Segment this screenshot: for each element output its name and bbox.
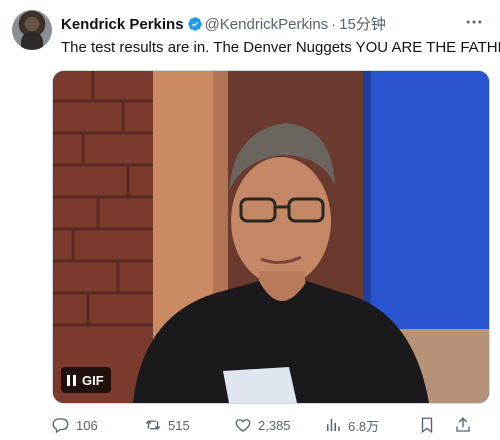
reply-icon bbox=[52, 418, 69, 434]
gif-badge[interactable]: GIF bbox=[61, 367, 111, 393]
repost-count: 515 bbox=[168, 417, 190, 433]
avatar-figure bbox=[21, 32, 43, 50]
tweet-header: Kendrick Perkins @KendrickPerkins · 15分钟 bbox=[61, 13, 386, 33]
like-count: 2,385 bbox=[258, 417, 291, 433]
heart-icon bbox=[235, 419, 251, 432]
more-options-icon[interactable] bbox=[464, 12, 484, 32]
share-icon bbox=[456, 417, 470, 432]
bookmark-button[interactable] bbox=[418, 414, 436, 436]
share-button[interactable] bbox=[454, 414, 472, 436]
avatar[interactable] bbox=[12, 10, 52, 50]
separator-dot: · bbox=[331, 16, 337, 33]
views-button[interactable]: 6.8万 bbox=[324, 414, 379, 436]
gif-label: GIF bbox=[82, 372, 104, 388]
author-name[interactable]: Kendrick Perkins bbox=[61, 16, 184, 33]
bookmark-icon bbox=[421, 417, 433, 434]
reply-count: 106 bbox=[76, 417, 98, 433]
analytics-icon bbox=[327, 419, 340, 431]
verified-badge-icon bbox=[187, 17, 202, 31]
repost-button[interactable]: 515 bbox=[144, 414, 190, 436]
repost-icon bbox=[145, 420, 161, 430]
like-button[interactable]: 2,385 bbox=[234, 414, 291, 436]
reply-button[interactable]: 106 bbox=[52, 414, 98, 436]
author-handle[interactable]: @KendrickPerkins bbox=[205, 16, 329, 33]
tweet-media-gif[interactable]: GIF bbox=[52, 70, 490, 404]
timestamp[interactable]: 15分钟 bbox=[339, 16, 386, 33]
view-count: 6.8万 bbox=[348, 418, 380, 434]
action-bar: 106 515 2,385 6.8万 bbox=[52, 414, 488, 436]
gif-frame bbox=[53, 71, 489, 403]
tweet-card[interactable]: Kendrick Perkins @KendrickPerkins · 15分钟 Th… bbox=[0, 0, 500, 440]
tweet-text: The test results are in. The Denver Nugg… bbox=[61, 39, 500, 56]
pause-icon[interactable] bbox=[67, 374, 76, 386]
